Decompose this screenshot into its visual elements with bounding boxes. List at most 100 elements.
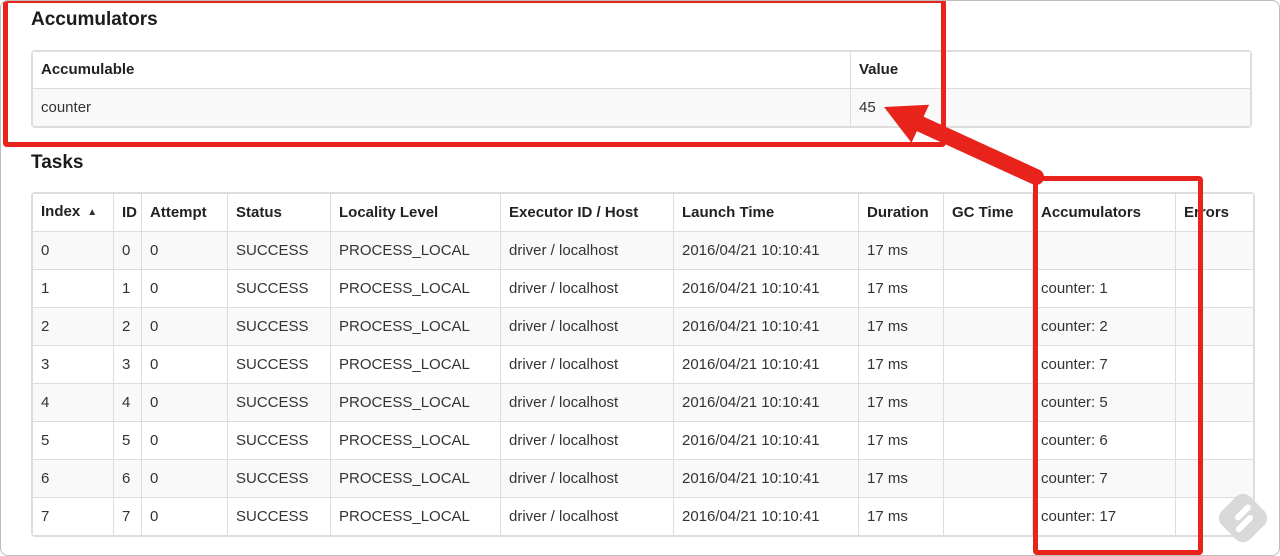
- cell-launch-time: 2016/04/21 10:10:41: [673, 231, 859, 270]
- cell-executor-id-host: driver / localhost: [500, 307, 674, 346]
- cell-launch-time: 2016/04/21 10:10:41: [673, 459, 859, 498]
- header-row: Index ▲ ID Attempt Status Locality Level Execu…: [32, 193, 1254, 232]
- tasks-section-title: Tasks: [31, 152, 84, 173]
- table-row: 7 7 0 SUCCESS PROCESS_LOCAL driver / localhos…: [32, 497, 1254, 536]
- column-header-label: Index: [41, 203, 81, 220]
- cell-id: 6: [113, 459, 142, 498]
- cell-status: SUCCESS: [227, 345, 331, 384]
- cell-locality-level: PROCESS_LOCAL: [330, 459, 501, 498]
- cell-duration: 17 ms: [858, 307, 944, 346]
- header-row: Accumulable Value: [32, 51, 1251, 89]
- cell-id: 4: [113, 383, 142, 422]
- cell-id: 0: [113, 231, 142, 270]
- cell-locality-level: PROCESS_LOCAL: [330, 269, 501, 308]
- cell-errors: [1175, 231, 1254, 270]
- cell-status: SUCCESS: [227, 497, 331, 536]
- cell-index: 6: [32, 459, 114, 498]
- cell-attempt: 0: [141, 307, 228, 346]
- table-row: 1 1 0 SUCCESS PROCESS_LOCAL driver / localhos…: [32, 269, 1254, 308]
- cell-locality-level: PROCESS_LOCAL: [330, 231, 501, 270]
- accumulators-table: Accumulable Value counter 45: [31, 50, 1252, 128]
- column-header-label: Attempt: [150, 203, 207, 221]
- cell-executor-id-host: driver / localhost: [500, 345, 674, 384]
- column-header-locality-level[interactable]: Locality Level: [330, 193, 501, 232]
- column-header-gc-time[interactable]: GC Time: [943, 193, 1033, 232]
- cell-locality-level: PROCESS_LOCAL: [330, 383, 501, 422]
- cell-accumulators: counter: 17: [1032, 497, 1176, 536]
- column-header-index[interactable]: Index ▲: [32, 193, 114, 232]
- column-header-label: ID: [122, 203, 137, 221]
- cell-locality-level: PROCESS_LOCAL: [330, 421, 501, 460]
- column-header-accumulators[interactable]: Accumulators: [1032, 193, 1176, 232]
- cell-index: 4: [32, 383, 114, 422]
- table-row: 2 2 0 SUCCESS PROCESS_LOCAL driver / localhos…: [32, 307, 1254, 346]
- cell-locality-level: PROCESS_LOCAL: [330, 307, 501, 346]
- cell-errors: [1175, 269, 1254, 308]
- cell-accumulable: counter: [32, 88, 851, 127]
- column-header-label: Executor ID / Host: [509, 203, 639, 221]
- column-header-errors[interactable]: Errors: [1175, 193, 1254, 232]
- cell-errors: [1175, 383, 1254, 422]
- cell-id: 7: [113, 497, 142, 536]
- cell-executor-id-host: driver / localhost: [500, 459, 674, 498]
- cell-accumulators: [1032, 231, 1176, 270]
- cell-launch-time: 2016/04/21 10:10:41: [673, 497, 859, 536]
- cell-duration: 17 ms: [858, 231, 944, 270]
- cell-id: 5: [113, 421, 142, 460]
- cell-executor-id-host: driver / localhost: [500, 383, 674, 422]
- table-row: 5 5 0 SUCCESS PROCESS_LOCAL driver / localhos…: [32, 421, 1254, 460]
- column-header-status[interactable]: Status: [227, 193, 331, 232]
- cell-status: SUCCESS: [227, 231, 331, 270]
- cell-index: 1: [32, 269, 114, 308]
- cell-accumulators: counter: 7: [1032, 459, 1176, 498]
- cell-errors: [1175, 421, 1254, 460]
- table-row: 0 0 0 SUCCESS PROCESS_LOCAL driver / localhos…: [32, 231, 1254, 270]
- cell-launch-time: 2016/04/21 10:10:41: [673, 345, 859, 384]
- cell-executor-id-host: driver / localhost: [500, 231, 674, 270]
- column-header-label: Accumulable: [41, 61, 135, 78]
- cell-id: 1: [113, 269, 142, 308]
- column-header-id[interactable]: ID: [113, 193, 142, 232]
- cell-status: SUCCESS: [227, 421, 331, 460]
- cell-launch-time: 2016/04/21 10:10:41: [673, 307, 859, 346]
- cell-status: SUCCESS: [227, 383, 331, 422]
- cell-launch-time: 2016/04/21 10:10:41: [673, 383, 859, 422]
- cell-accumulators: counter: 5: [1032, 383, 1176, 422]
- column-header-label: Duration: [867, 203, 929, 221]
- cell-duration: 17 ms: [858, 421, 944, 460]
- column-header-executor-id-host[interactable]: Executor ID / Host: [500, 193, 674, 232]
- column-header-attempt[interactable]: Attempt: [141, 193, 228, 232]
- cell-value: 45: [850, 88, 1251, 127]
- column-header-duration[interactable]: Duration: [858, 193, 944, 232]
- cell-attempt: 0: [141, 421, 228, 460]
- cell-duration: 17 ms: [858, 269, 944, 308]
- cell-index: 7: [32, 497, 114, 536]
- column-header-launch-time[interactable]: Launch Time: [673, 193, 859, 232]
- cell-errors: [1175, 345, 1254, 384]
- table-row: counter 45: [32, 88, 1251, 127]
- column-header-accumulable[interactable]: Accumulable: [32, 51, 851, 89]
- cell-executor-id-host: driver / localhost: [500, 269, 674, 308]
- column-header-value[interactable]: Value: [850, 51, 1251, 89]
- cell-id: 3: [113, 345, 142, 384]
- column-header-label: Status: [236, 203, 282, 221]
- cell-status: SUCCESS: [227, 269, 331, 308]
- cell-gc-time: [943, 231, 1033, 270]
- cell-index: 5: [32, 421, 114, 460]
- cell-gc-time: [943, 459, 1033, 498]
- table-row: 6 6 0 SUCCESS PROCESS_LOCAL driver / localhos…: [32, 459, 1254, 498]
- cell-accumulators: counter: 7: [1032, 345, 1176, 384]
- cell-locality-level: PROCESS_LOCAL: [330, 497, 501, 536]
- column-header-label: Launch Time: [682, 203, 775, 221]
- cell-duration: 17 ms: [858, 345, 944, 384]
- accumulators-section-title: Accumulators: [31, 9, 158, 30]
- cell-gc-time: [943, 421, 1033, 460]
- cell-attempt: 0: [141, 345, 228, 384]
- column-header-label: Accumulators: [1041, 203, 1142, 221]
- cell-attempt: 0: [141, 459, 228, 498]
- column-header-label: GC Time: [952, 203, 1014, 221]
- spark-ui-stage-page: Accumulators Accumulable Value counter 45 …: [0, 0, 1280, 556]
- cell-locality-level: PROCESS_LOCAL: [330, 345, 501, 384]
- column-header-label: Value: [859, 61, 899, 78]
- cell-gc-time: [943, 269, 1033, 308]
